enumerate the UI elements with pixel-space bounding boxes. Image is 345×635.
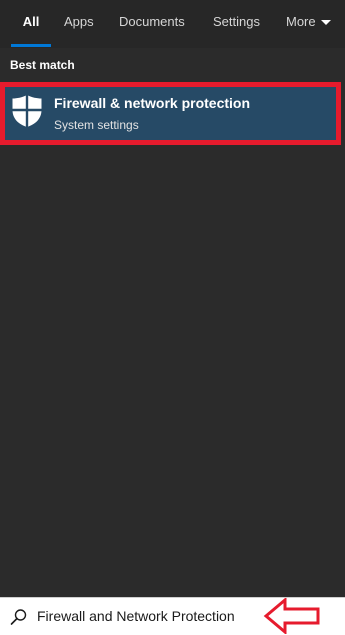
best-match-result[interactable]: Firewall & network protection System set… <box>0 82 341 145</box>
tab-all-label: All <box>22 14 40 29</box>
filter-tabs: All Apps Documents Settings More <box>0 0 345 48</box>
best-match-result-body: Firewall & network protection System set… <box>5 87 336 140</box>
shield-icon <box>12 95 42 127</box>
tab-settings[interactable]: Settings <box>213 0 260 48</box>
tab-documents-label: Documents <box>119 14 185 29</box>
annotation-arrow-icon <box>263 598 320 634</box>
search-results-panel: All Apps Documents Settings More Best ma… <box>0 0 345 597</box>
tab-apps-label: Apps <box>64 14 94 29</box>
tab-documents[interactable]: Documents <box>119 0 185 48</box>
tab-all[interactable]: All <box>11 0 51 48</box>
search-icon <box>10 609 27 625</box>
tab-more-label: More <box>286 14 316 29</box>
search-input[interactable] <box>37 606 262 626</box>
result-title: Firewall & network protection <box>54 95 251 111</box>
tab-apps[interactable]: Apps <box>64 0 94 48</box>
tab-settings-label: Settings <box>213 14 260 29</box>
tab-more[interactable]: More <box>286 0 331 48</box>
chevron-down-icon <box>320 20 331 25</box>
active-tab-indicator <box>11 44 51 47</box>
result-subtitle: System settings <box>54 118 139 132</box>
section-heading-best-match: Best match <box>10 58 75 72</box>
